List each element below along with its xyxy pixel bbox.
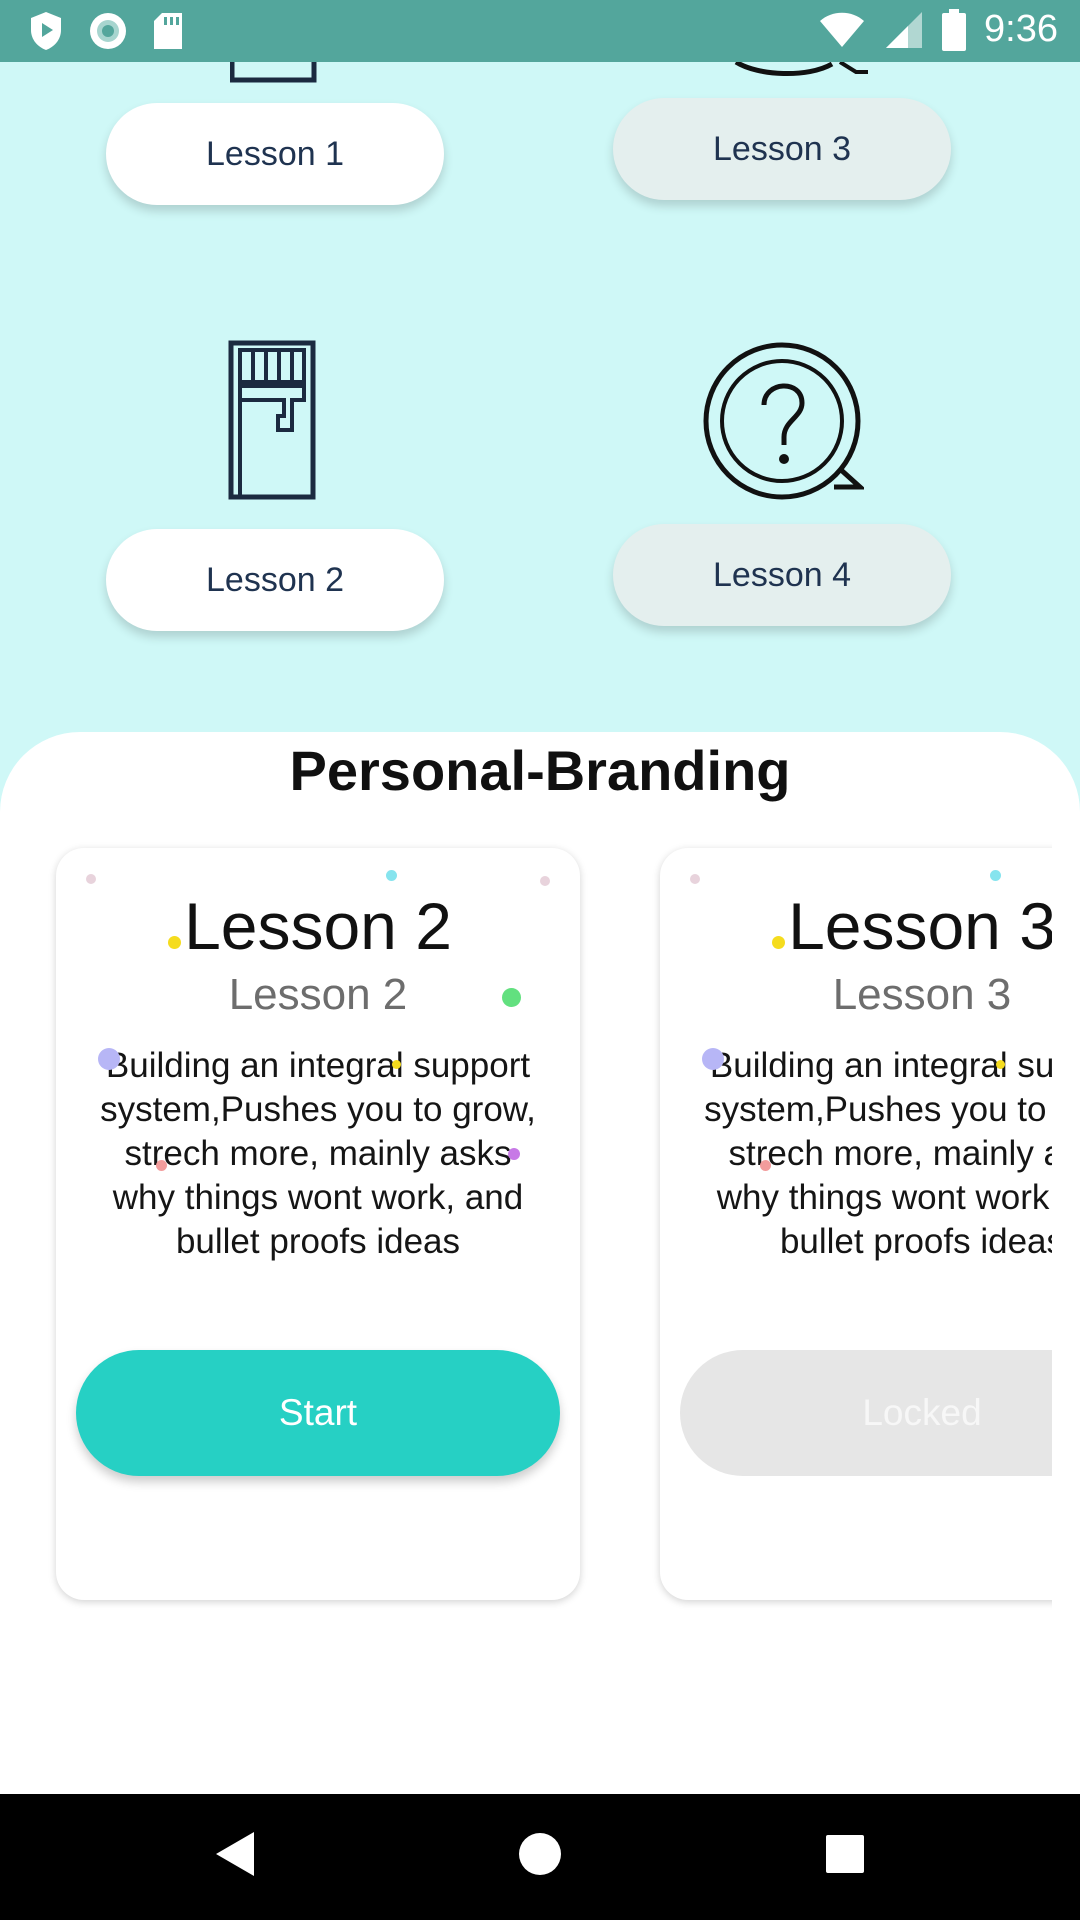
locked-button[interactable]: Locked xyxy=(680,1350,1052,1476)
sd-card-icon xyxy=(154,13,182,49)
lesson-3-button[interactable]: Lesson 3 xyxy=(613,98,951,200)
card-title: Lesson 2 xyxy=(184,889,452,963)
confetti-dot xyxy=(98,1048,120,1070)
confetti-dot xyxy=(760,1160,771,1171)
card-title: Lesson 3 xyxy=(788,889,1052,963)
confetti-dot xyxy=(690,874,700,884)
confetti-dot xyxy=(702,1048,724,1070)
lesson-card[interactable]: Lesson 3 Lesson 3 Building an integral s… xyxy=(660,848,1052,1600)
question-bubble-icon xyxy=(703,342,864,500)
status-bar: 9:36 xyxy=(0,0,1080,62)
book-icon xyxy=(228,340,316,500)
wifi-icon xyxy=(820,12,865,47)
confetti-dot xyxy=(392,1060,401,1069)
confetti-dot xyxy=(168,936,181,949)
battery-icon xyxy=(942,8,967,51)
clock: 9:36 xyxy=(984,8,1058,50)
question-bubble-icon xyxy=(734,62,868,77)
lesson-2-button[interactable]: Lesson 2 xyxy=(106,529,444,631)
navigation-bar xyxy=(0,1794,1080,1920)
card-subtitle: Lesson 3 xyxy=(832,970,1012,1019)
card-description: Building an integral support system,Push… xyxy=(704,1046,1052,1261)
confetti-dot xyxy=(502,988,521,1007)
card-description: Building an integral support system,Push… xyxy=(100,1046,536,1261)
confetti-dot xyxy=(156,1160,167,1171)
confetti-dot xyxy=(508,1148,520,1160)
confetti-dot xyxy=(996,1060,1005,1069)
confetti-dot xyxy=(86,874,96,884)
sync-circle-icon xyxy=(90,13,126,49)
lesson-card[interactable]: Lesson 2 Lesson 2 Building an integral s… xyxy=(56,848,580,1600)
status-left xyxy=(28,10,184,52)
signal-icon xyxy=(886,11,923,48)
back-icon[interactable] xyxy=(214,1830,258,1878)
confetti-dot xyxy=(990,870,1001,881)
start-button[interactable]: Start xyxy=(76,1350,560,1476)
lesson-4-button[interactable]: Lesson 4 xyxy=(613,524,951,626)
status-right: 9:36 xyxy=(818,8,1058,51)
play-protect-icon xyxy=(31,12,61,50)
confetti-dot xyxy=(540,876,550,886)
recents-icon[interactable] xyxy=(824,1830,866,1878)
confetti-dot xyxy=(772,936,785,949)
lesson-1-button[interactable]: Lesson 1 xyxy=(106,103,444,205)
home-icon[interactable] xyxy=(518,1830,562,1878)
panel-title: Personal-Branding xyxy=(289,739,791,802)
book-icon xyxy=(230,62,317,83)
confetti-dot xyxy=(386,870,397,881)
lesson-cards-carousel[interactable]: Lesson 2 Lesson 2 Building an integral s… xyxy=(0,830,1052,1650)
